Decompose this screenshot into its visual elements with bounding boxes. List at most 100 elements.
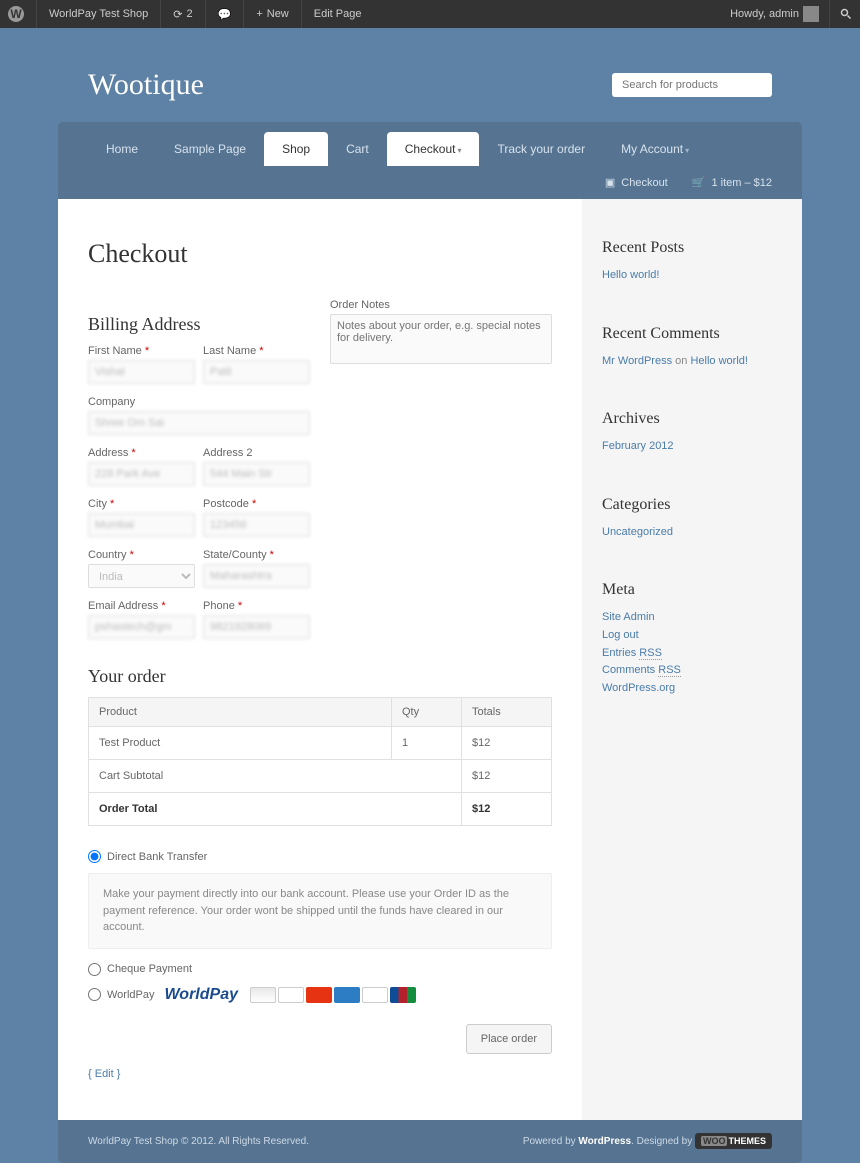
nav-cart-summary[interactable]: 🛒1 item – $12 (692, 176, 772, 189)
jcb-icon (390, 987, 416, 1003)
payment-worldpay[interactable]: WorldPay WorldPay (88, 986, 552, 1004)
nav-checkout-shortcut[interactable]: ▣Checkout (605, 176, 668, 189)
nav-secondary: ▣Checkout 🛒1 item – $12 (58, 166, 802, 199)
state-field: State/County * (203, 549, 310, 588)
postcode-input[interactable] (203, 513, 310, 537)
recent-posts-section: Recent Posts Hello world! (602, 239, 782, 285)
order-notes-input[interactable] (330, 314, 552, 364)
last-name-input[interactable] (203, 360, 310, 384)
main-content: Checkout Billing Address First Name * La… (58, 199, 582, 1120)
howdy-link[interactable]: Howdy, admin (730, 6, 819, 22)
woothemes-badge[interactable]: WOOTHEMES (695, 1133, 772, 1149)
payment-worldpay-label: WorldPay (107, 989, 154, 1001)
meta-wporg-link[interactable]: WordPress.org (602, 682, 675, 694)
address2-input[interactable] (203, 462, 310, 486)
meta-section: Meta Site Admin Log out Entries RSS Comm… (602, 581, 782, 697)
content-wrap: Checkout Billing Address First Name * La… (58, 199, 802, 1120)
payment-bank-label: Direct Bank Transfer (107, 851, 207, 863)
product-search[interactable] (612, 73, 772, 97)
city-label: City * (88, 498, 195, 510)
recent-post-link[interactable]: Hello world! (602, 269, 659, 281)
worldpay-brand-icon: WorldPay (164, 986, 238, 1004)
meta-logout-link[interactable]: Log out (602, 629, 639, 641)
phone-input[interactable] (203, 615, 310, 639)
categories-section: Categories Uncategorized (602, 496, 782, 542)
nav-cart[interactable]: Cart (328, 132, 387, 166)
billing-heading: Billing Address (88, 314, 310, 335)
nav-my-account[interactable]: My Account▾ (603, 132, 707, 166)
country-field: Country * India (88, 549, 195, 588)
state-label: State/County * (203, 549, 310, 561)
edit-link: { Edit } (88, 1068, 552, 1080)
edit-page-link[interactable]: Edit Page (314, 8, 362, 20)
visa-icon (278, 987, 304, 1003)
nav-checkout[interactable]: Checkout▾ (387, 132, 480, 166)
email-input[interactable] (88, 615, 195, 639)
nav-primary: Home Sample Page Shop Cart Checkout▾ Tra… (58, 122, 802, 166)
main-nav: Home Sample Page Shop Cart Checkout▾ Tra… (58, 122, 802, 199)
total-value: $12 (462, 793, 552, 826)
last-name-field: Last Name * (203, 345, 310, 384)
comment-author-link[interactable]: Mr WordPress (602, 355, 672, 367)
avatar-icon (803, 6, 819, 22)
recent-comments-heading: Recent Comments (602, 325, 782, 343)
wp-logo[interactable]: W (8, 6, 24, 22)
state-input[interactable] (203, 564, 310, 588)
order-heading: Your order (88, 666, 552, 687)
payment-cheque-radio[interactable] (88, 963, 101, 976)
email-field: Email Address * (88, 600, 195, 639)
site-name-link[interactable]: WorldPay Test Shop (49, 8, 148, 20)
company-field: Company (88, 396, 310, 435)
payment-worldpay-radio[interactable] (88, 988, 101, 1001)
chevron-down-icon: ▾ (457, 146, 461, 155)
company-input[interactable] (88, 411, 310, 435)
first-name-input[interactable] (88, 360, 195, 384)
new-label: New (267, 8, 289, 20)
search-input[interactable] (622, 79, 764, 91)
comments-link[interactable]: 💬 (218, 8, 232, 21)
company-label: Company (88, 396, 310, 408)
wordpress-link[interactable]: WordPress (578, 1136, 631, 1147)
chevron-down-icon: ▾ (685, 146, 689, 155)
address-field: Address * (88, 447, 195, 486)
comment-icon: 💬 (218, 8, 232, 21)
category-link[interactable]: Uncategorized (602, 526, 673, 538)
site-title[interactable]: Wootique (88, 68, 204, 102)
nav-home[interactable]: Home (88, 132, 156, 166)
meta-entries-rss-link[interactable]: Entries RSS (602, 647, 662, 660)
archive-link[interactable]: February 2012 (602, 440, 674, 452)
order-table: Product Qty Totals Test Product 1 $12 Ca… (88, 697, 552, 826)
city-input[interactable] (88, 513, 195, 537)
payment-bank-radio[interactable] (88, 850, 101, 863)
nav-shop[interactable]: Shop (264, 132, 328, 166)
first-name-field: First Name * (88, 345, 195, 384)
recent-posts-heading: Recent Posts (602, 239, 782, 257)
sidebar: Recent Posts Hello world! Recent Comment… (582, 199, 802, 1120)
refresh-count: 2 (186, 8, 192, 20)
refresh-link[interactable]: ⟳2 (173, 8, 192, 21)
address-input[interactable] (88, 462, 195, 486)
city-field: City * (88, 498, 195, 537)
meta-site-admin-link[interactable]: Site Admin (602, 611, 655, 623)
admin-search[interactable] (840, 8, 852, 20)
cell-qty: 1 (392, 727, 462, 760)
recent-comment-item: Mr WordPress on Hello world! (602, 353, 782, 371)
subtotal-value: $12 (462, 760, 552, 793)
table-row-subtotal: Cart Subtotal $12 (89, 760, 552, 793)
payment-cheque[interactable]: Cheque Payment (88, 963, 552, 976)
comment-post-link[interactable]: Hello world! (690, 355, 747, 367)
country-select[interactable]: India (88, 564, 195, 588)
refresh-icon: ⟳ (173, 8, 182, 21)
col-product: Product (89, 698, 392, 727)
new-link[interactable]: +New (256, 8, 288, 20)
payment-bank[interactable]: Direct Bank Transfer (88, 850, 552, 863)
edit-page-link[interactable]: { Edit } (88, 1068, 120, 1080)
search-icon (840, 8, 852, 20)
nav-track-order[interactable]: Track your order (479, 132, 603, 166)
place-order-button[interactable]: Place order (466, 1024, 552, 1054)
footer-left: WorldPay Test Shop © 2012. All Rights Re… (88, 1136, 309, 1147)
nav-sample-page[interactable]: Sample Page (156, 132, 264, 166)
order-notes-column: Order Notes (330, 299, 552, 651)
meta-comments-rss-link[interactable]: Comments RSS (602, 664, 681, 677)
meta-heading: Meta (602, 581, 782, 599)
